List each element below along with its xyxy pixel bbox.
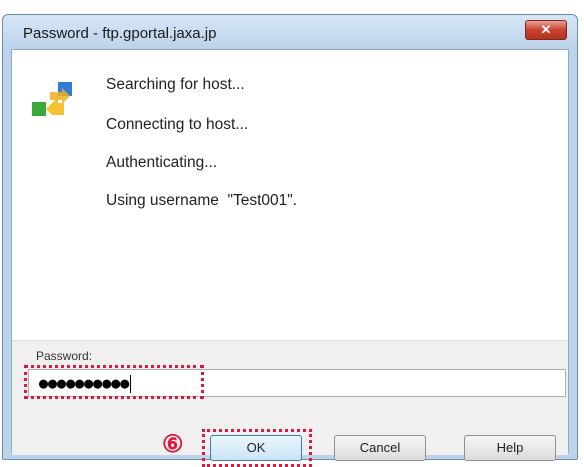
log-line-searching: Searching for host... — [106, 76, 245, 93]
password-highlight — [24, 365, 204, 399]
log-line-connecting: Connecting to host... — [106, 116, 249, 133]
close-button[interactable]: ✕ — [525, 20, 567, 40]
title-bar[interactable]: Password - ftp.gportal.jaxa.jp ✕ — [3, 15, 577, 49]
cancel-button[interactable]: Cancel — [334, 435, 426, 461]
ftp-transfer-icon — [32, 82, 72, 116]
dialog-client-area: Searching for host... Connecting to host… — [11, 49, 569, 467]
ok-highlight — [202, 429, 312, 467]
window-title: Password - ftp.gportal.jaxa.jp — [23, 25, 217, 42]
help-button[interactable]: Help — [464, 435, 556, 461]
password-section: Password: ●●●●●●●●●● ⑥ OK Cancel Help — [12, 340, 568, 467]
close-icon: ✕ — [540, 22, 552, 37]
password-label: Password: — [36, 349, 93, 363]
log-line-username: Using username "Test001". — [106, 192, 298, 209]
log-line-authenticating: Authenticating... — [106, 154, 218, 171]
password-dialog: Password - ftp.gportal.jaxa.jp ✕ Searchi… — [2, 14, 578, 467]
step-marker: ⑥ — [162, 429, 184, 458]
